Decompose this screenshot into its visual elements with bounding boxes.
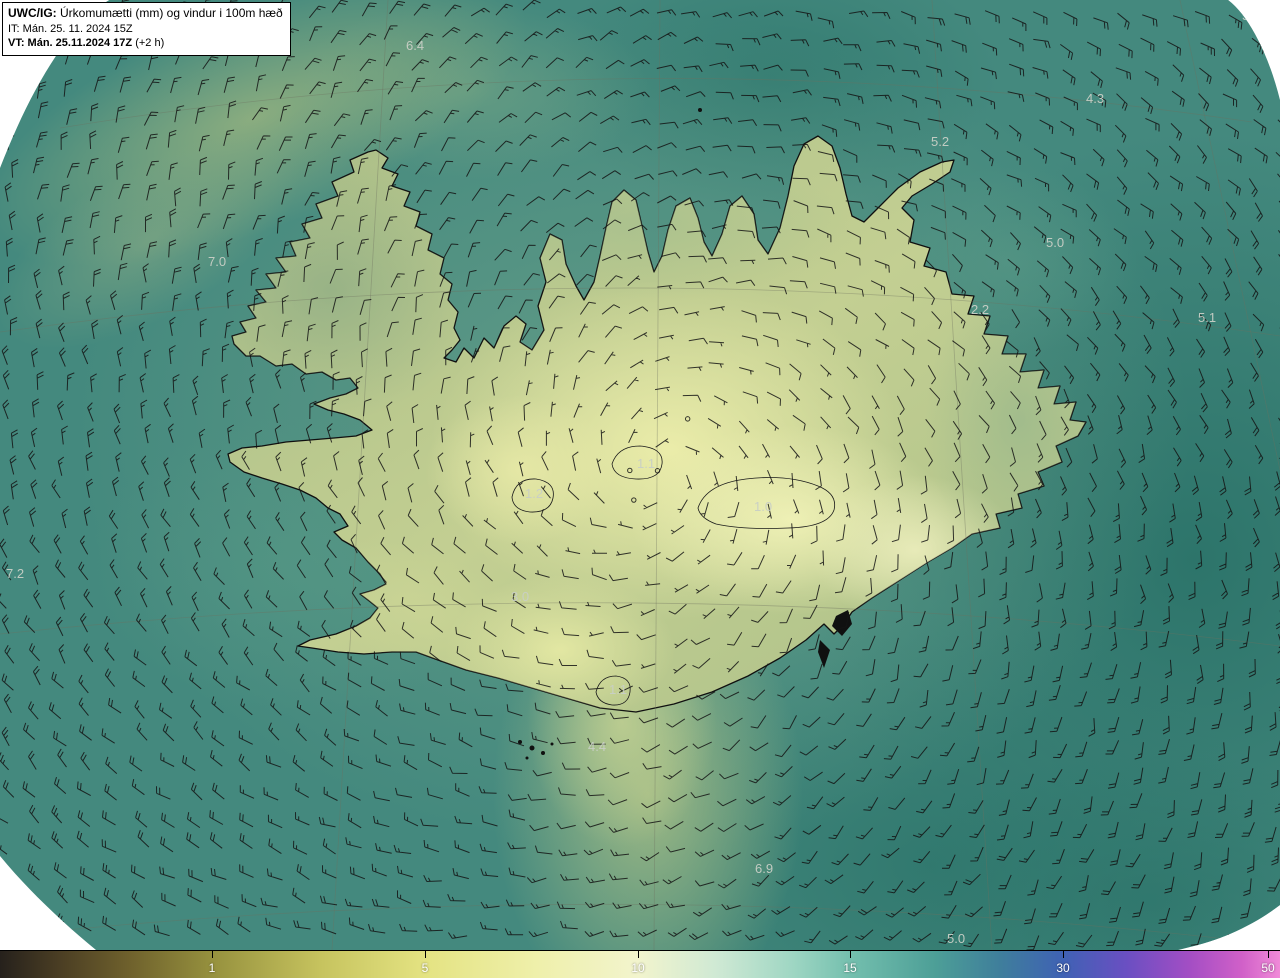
forecast-map: 5.1 6.4 4.3 5.2 5.0 7.0 2.2 5.1 1.1 1.2 1.0 7.2 3.0 1…: [0, 0, 1280, 950]
contour-value-label: 1.1: [609, 682, 627, 697]
contour-value-label: 5.1: [1242, 8, 1260, 23]
contour-value-label: 5.0: [1046, 235, 1064, 250]
colorbar-tick-label: 50: [1261, 961, 1275, 975]
contour-value-label: 1.2: [525, 486, 543, 501]
colorbar-tick: [1268, 951, 1269, 958]
init-time: IT: Mán. 25. 11. 2024 15Z: [8, 22, 133, 35]
colorbar-tick: [1063, 951, 1064, 958]
field-blob: [425, 395, 615, 545]
colorbar-tick-label: 1: [208, 961, 216, 975]
colorbar-tick: [425, 951, 426, 958]
colorbar-tick-label: 30: [1056, 961, 1070, 975]
valid-time-offset: (+2 h): [132, 37, 165, 50]
colorbar-tick: [850, 951, 851, 958]
colorbar-tick-label: 5: [421, 961, 429, 975]
product-name: Úrkomumætti (mm) og vindur i 100m hæð: [56, 6, 283, 20]
colorbar-tick: [638, 951, 639, 958]
contour-value-label: 5.2: [931, 134, 949, 149]
contour-value-label: 6.9: [755, 861, 773, 876]
valid-time: VT: Mán. 25.11.2024 17Z: [8, 37, 133, 50]
contour-value-label: 5.0: [947, 931, 965, 946]
valid-time-line: VT: Mán. 25.11.2024 17Z (+2 h): [8, 36, 283, 51]
map-canvas: 5.1 6.4 4.3 5.2 5.0 7.0 2.2 5.1 1.1 1.2 1.0 7.2 3.0 1…: [0, 0, 1280, 950]
colorbar-tick: [212, 951, 213, 958]
colorbar-tick-label: 10: [631, 961, 645, 975]
contour-value-label: 1.1: [637, 456, 655, 471]
title-box: UWC/IG: Úrkomumætti (mm) og vindur i 100…: [2, 2, 291, 56]
model-name: UWC/IG:: [8, 6, 57, 20]
contour-value-label: 4.3: [1086, 91, 1104, 106]
contour-value-label: 2.2: [971, 302, 989, 317]
contour-value-label: 3.0: [511, 589, 529, 604]
contour-value-label: 5.1: [1198, 310, 1216, 325]
contour-value-label: 6.4: [406, 38, 424, 53]
contour-value-label: 4.4: [588, 739, 606, 754]
colorbar: 1 5 10 15 30 50: [0, 950, 1280, 978]
contour-value-label: 1.0: [754, 499, 772, 514]
colorbar-tick-label: 15: [843, 961, 857, 975]
contour-value-label: 7.0: [208, 254, 226, 269]
weather-forecast-map-page: 5.1 6.4 4.3 5.2 5.0 7.0 2.2 5.1 1.1 1.2 1.0 7.2 3.0 1…: [0, 0, 1280, 978]
contour-value-label: 7.2: [6, 566, 24, 581]
product-title-line: UWC/IG: Úrkomumætti (mm) og vindur i 100…: [8, 6, 283, 22]
